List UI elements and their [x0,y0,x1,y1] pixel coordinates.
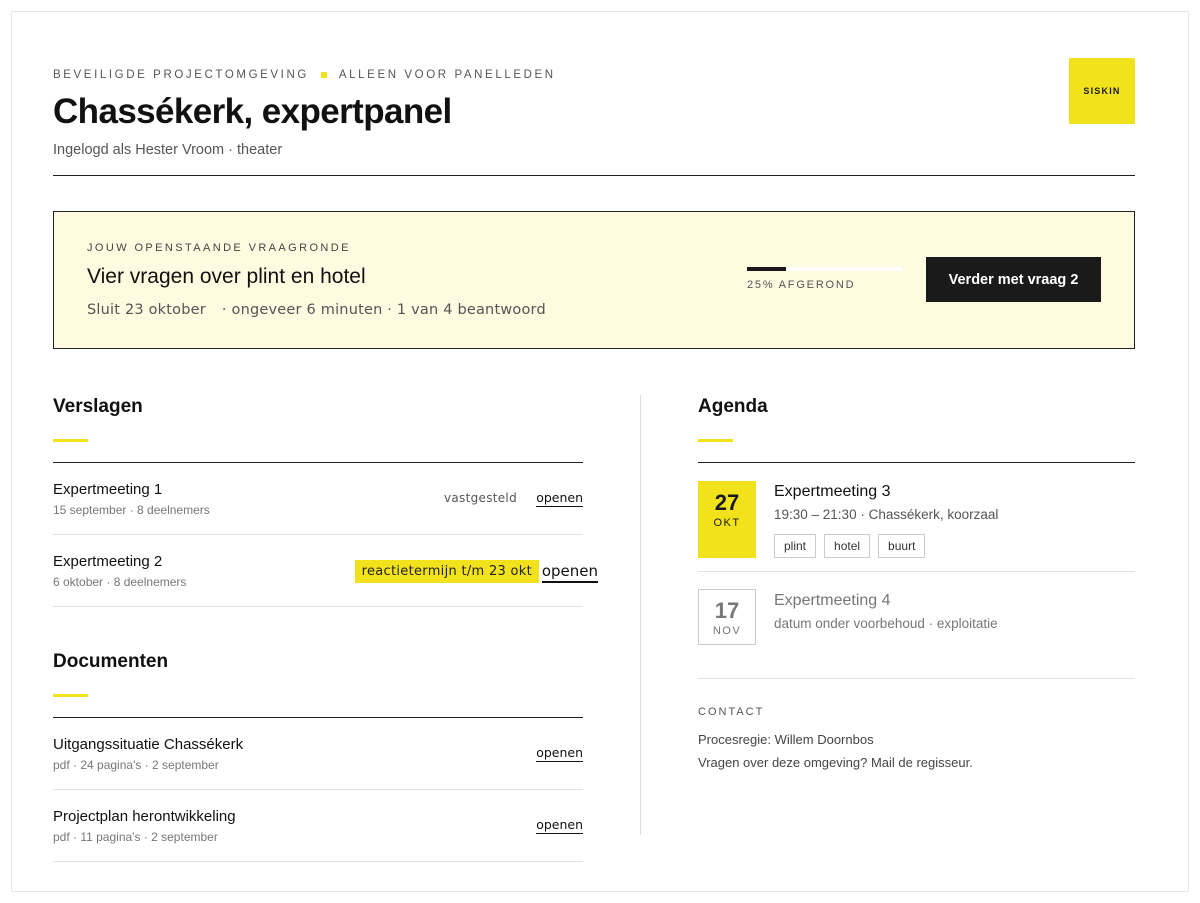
right-column: Agenda 27 OKT Expertmeeting 3 19:30 – 21… [698,396,1135,770]
page-title: Chassékerk, expertpanel [53,92,452,131]
banner-meta-rest: · ongeveer 6 minuten · 1 van 4 beantwoor… [221,302,546,318]
section-accent [53,439,88,442]
page-content: BEVEILIGDE PROJECTOMGEVING ALLEEN VOOR P… [53,12,1135,891]
open-round-banner: JOUW OPENSTAANDE VRAAGRONDE Vier vragen … [53,211,1135,349]
documenten-section: Documenten Uitgangssituatie Chassékerk p… [53,651,583,862]
section-title-verslagen: Verslagen [53,396,143,417]
agenda-title: Expertmeeting 4 [774,592,891,609]
eyebrow-right: ALLEEN VOOR PANELLEDEN [338,69,556,81]
progress-fill [747,267,786,271]
agenda-item[interactable]: 17 NOV Expertmeeting 4 datum onder voorb… [698,572,1135,679]
list-item: Expertmeeting 2 6 oktober · 8 deelnemers… [53,535,598,607]
verslagen-section: Verslagen Expertmeeting 1 15 september ·… [53,396,598,607]
date-badge: 27 OKT [698,481,756,558]
tag[interactable]: plint [774,534,817,558]
status-badge-highlight: reactietermijn t/m 23 okt [354,560,539,583]
status-badge: vastgesteld [443,491,517,505]
section-accent [698,439,733,442]
tag[interactable]: buurt [878,534,926,558]
banner-label: JOUW OPENSTAANDE VRAAGRONDE [87,242,351,254]
page-frame: BEVEILIGDE PROJECTOMGEVING ALLEEN VOOR P… [11,11,1189,892]
continue-question-button[interactable]: Verder met vraag 2 [926,257,1101,302]
section-accent [53,694,88,697]
date-day: 17 [714,598,740,623]
column-divider [640,395,641,835]
report-meta: 6 oktober · 8 deelnemers [53,575,187,589]
eyebrow-left: BEVEILIGDE PROJECTOMGEVING [53,69,309,81]
document-meta: pdf · 24 pagina's · 2 september [53,758,219,772]
square-icon [320,72,327,78]
open-link[interactable]: openen [536,490,583,507]
report-title: Expertmeeting 2 [53,553,163,570]
contact-line: Vragen over deze omgeving? Mail de regis… [698,755,973,770]
contact-block: CONTACT Procesregie: Willem Doornbos Vra… [698,706,1135,770]
section-title-agenda: Agenda [698,396,768,417]
progress-label: 25% AFGEROND [747,279,856,291]
eyebrow: BEVEILIGDE PROJECTOMGEVING ALLEEN VOOR P… [53,69,556,81]
banner-heading: Vier vragen over plint en hotel [87,265,366,288]
agenda-item[interactable]: 27 OKT Expertmeeting 3 19:30 – 21:30 · C… [698,463,1135,572]
document-meta: pdf · 11 pagina's · 2 september [53,830,218,844]
document-title: Projectplan herontwikkeling [53,808,236,825]
list-item: Projectplan herontwikkeling pdf · 11 pag… [53,790,583,862]
report-title: Expertmeeting 1 [53,481,163,498]
left-column: Verslagen Expertmeeting 1 15 september ·… [53,396,598,862]
banner-close-date: Sluit 23 oktober [87,302,206,318]
agenda-meta: datum onder voorbehoud · exploitatie [774,616,998,631]
tag-list: plint hotel buurt [774,534,926,558]
contact-label: CONTACT [698,706,765,718]
list-item: Uitgangssituatie Chassékerk pdf · 24 pag… [53,718,583,790]
progress-bar [747,267,902,271]
contact-line: Procesregie: Willem Doornbos [698,732,874,747]
open-link[interactable]: openen [541,562,598,583]
section-title-documenten: Documenten [53,651,169,672]
user-info: Ingelogd als Hester Vroom · theater [53,142,283,158]
header-divider [53,175,1135,176]
banner-meta: Sluit 23 oktober · ongeveer 6 minuten · 1… [87,302,546,318]
date-month: OKT [713,517,741,529]
date-badge: 17 NOV [698,589,756,645]
date-day: 27 [714,490,740,515]
open-link[interactable]: openen [536,745,583,762]
open-link[interactable]: openen [536,817,583,834]
agenda-meta: 19:30 – 21:30 · Chassékerk, koorzaal [774,507,999,522]
date-month: NOV [712,625,742,637]
report-meta: 15 september · 8 deelnemers [53,503,210,517]
tag[interactable]: hotel [824,534,871,558]
agenda-title: Expertmeeting 3 [774,483,891,500]
logo-text: SISKIN [1083,86,1121,96]
document-title: Uitgangssituatie Chassékerk [53,736,244,753]
list-item: Expertmeeting 1 15 september · 8 deelnem… [53,463,583,535]
siskin-logo[interactable]: SISKIN [1069,58,1135,124]
